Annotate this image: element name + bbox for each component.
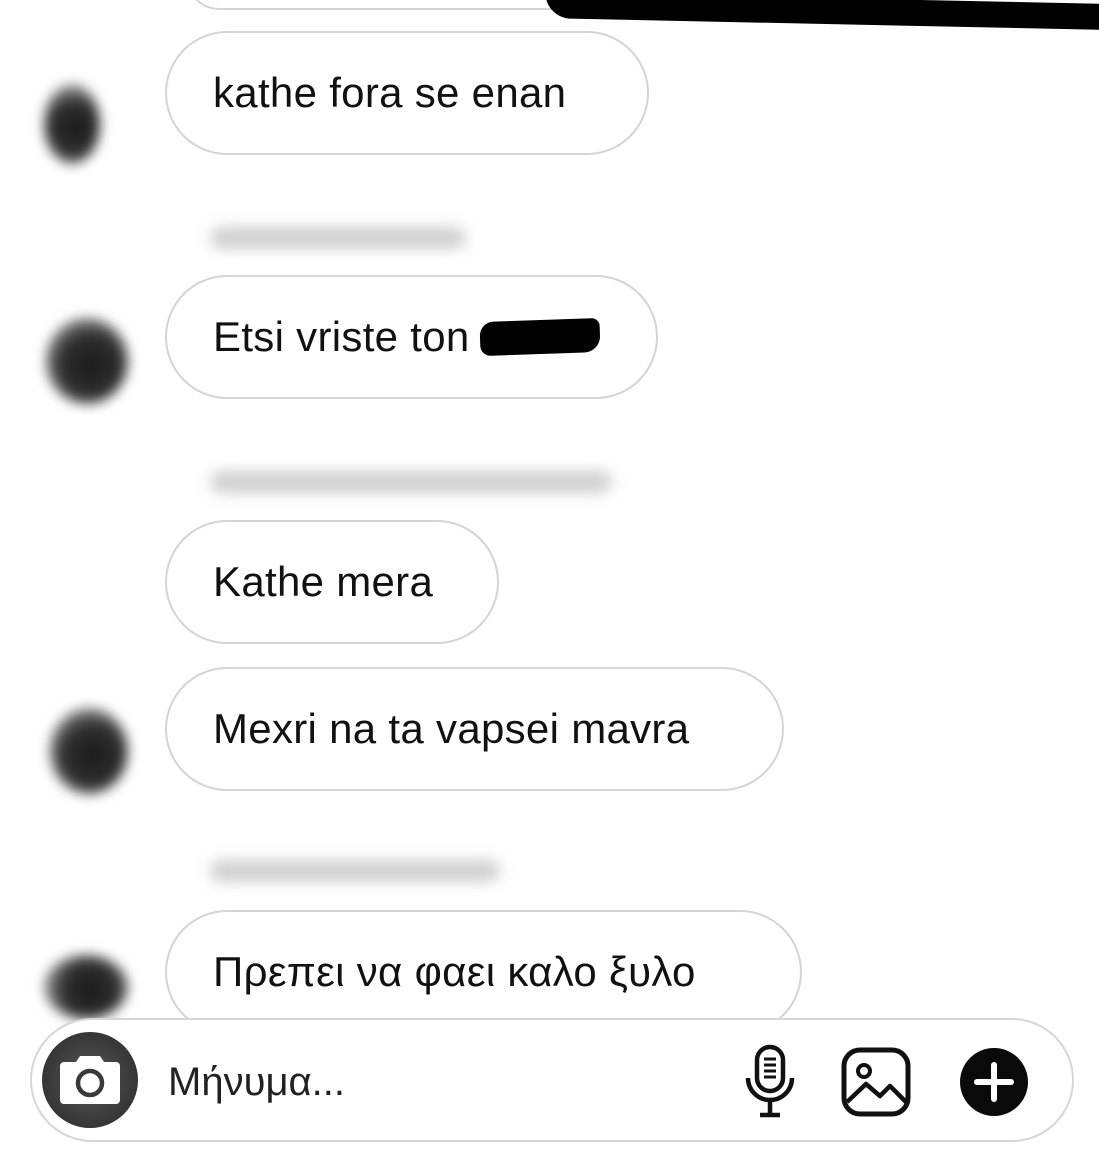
avatar[interactable] [50, 708, 128, 794]
message-composer [30, 1018, 1074, 1142]
avatar[interactable] [46, 318, 128, 404]
add-button[interactable] [956, 1044, 1032, 1120]
gallery-button[interactable] [838, 1044, 914, 1120]
message-bubble[interactable]: Etsi vriste ton [165, 275, 658, 399]
chat-thread: kathe fora se enan Etsi vriste ton Kathe… [0, 0, 1099, 1169]
message-text: kathe fora se enan [213, 69, 567, 116]
message-bubble[interactable]: Πρεπει να φαει καλο ξυλο [165, 910, 802, 1034]
camera-icon [60, 1056, 120, 1104]
camera-button[interactable] [42, 1032, 138, 1128]
plus-circle-icon [960, 1048, 1028, 1116]
message-text: Kathe mera [213, 558, 434, 605]
message-bubble[interactable]: Kathe mera [165, 520, 499, 644]
sender-username-blurred [210, 471, 612, 493]
redaction-scribble [544, 0, 1099, 30]
voice-message-button[interactable] [732, 1044, 808, 1120]
message-text: Mexri na ta vapsei mavra [213, 705, 690, 752]
message-input[interactable] [168, 1054, 708, 1110]
message-text: Πρεπει να φαει καλο ξυλο [213, 948, 696, 995]
redaction-mark [479, 317, 601, 357]
image-icon [841, 1047, 911, 1117]
avatar[interactable] [44, 84, 100, 164]
sender-username-blurred [210, 860, 500, 882]
message-bubble[interactable]: kathe fora se enan [165, 31, 649, 155]
sender-username-blurred [210, 227, 466, 249]
microphone-icon [745, 1044, 795, 1118]
message-text: Etsi vriste ton [213, 313, 470, 360]
avatar[interactable] [44, 955, 128, 1019]
message-bubble[interactable]: Mexri na ta vapsei mavra [165, 667, 784, 791]
